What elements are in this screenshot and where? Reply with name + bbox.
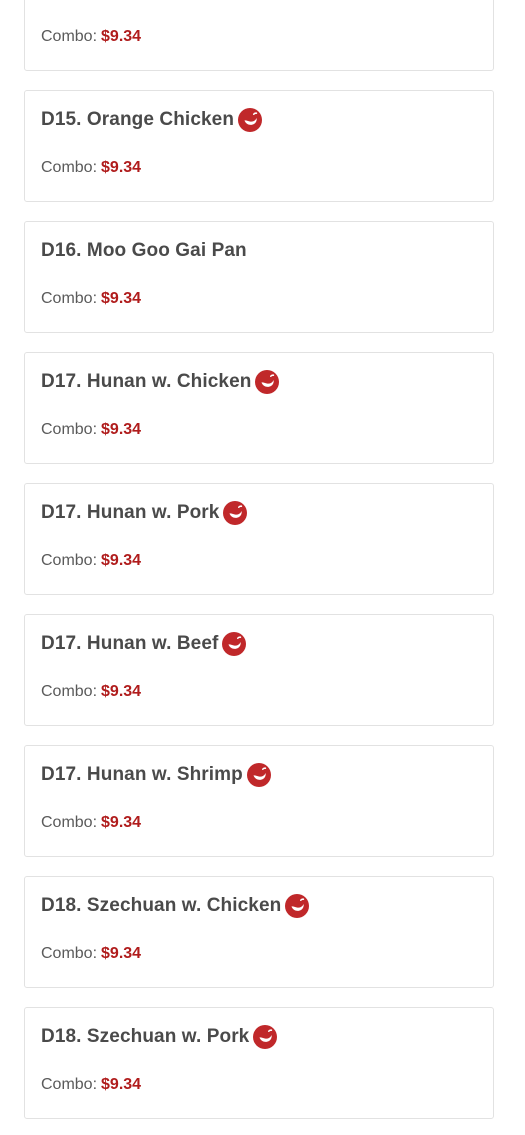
menu-item-title-row: D17. Hunan w. Pork: [41, 498, 248, 528]
combo-label: Combo:: [41, 28, 98, 45]
menu-item-price-row: Combo: $9.34: [41, 814, 141, 832]
combo-label: Combo:: [41, 814, 98, 831]
menu-item-price-row: Combo: $9.34: [41, 28, 141, 46]
combo-price: $9.34: [101, 159, 142, 176]
combo-label: Combo:: [41, 552, 98, 569]
menu-item-title: D17. Hunan w. Pork: [41, 502, 220, 523]
menu-item-price-row: Combo: $9.34: [41, 683, 141, 701]
combo-label: Combo:: [41, 683, 98, 700]
combo-label: Combo:: [41, 945, 98, 962]
combo-label: Combo:: [41, 1076, 98, 1093]
menu-item-title-row: D18. Szechuan w. Chicken: [41, 891, 310, 921]
menu-item-title: D15. Orange Chicken: [41, 109, 235, 130]
menu-item-title: D17. Hunan w. Beef: [41, 633, 219, 654]
menu-item-title: D18. Szechuan w. Pork: [41, 1026, 250, 1047]
combo-label: Combo:: [41, 159, 98, 176]
menu-item-title: D17. Hunan w. Chicken: [41, 371, 252, 392]
spicy-pepper-icon: [238, 108, 263, 132]
menu-item-title-row: D17. Hunan w. Beef: [41, 629, 247, 659]
combo-price: $9.34: [101, 552, 142, 569]
menu-item-price-row: Combo: $9.34: [41, 421, 141, 439]
combo-price: $9.34: [101, 1076, 142, 1093]
combo-label: Combo:: [41, 290, 98, 307]
spicy-pepper-icon: [223, 501, 248, 525]
menu-item-price-row: Combo: $9.34: [41, 159, 141, 177]
menu-item-card[interactable]: D16. Moo Goo Gai Pan Combo: $9.34: [24, 221, 494, 333]
menu-item-card[interactable]: D17. Hunan w. Pork Combo: $9.34: [24, 483, 494, 595]
spicy-pepper-icon: [222, 632, 247, 656]
menu-item-price-row: Combo: $9.34: [41, 552, 141, 570]
spicy-pepper-icon: [285, 894, 310, 918]
menu-item-price-row: Combo: $9.34: [41, 1076, 141, 1094]
menu-item-price-row: Combo: $9.34: [41, 290, 141, 308]
menu-item-card[interactable]: D15. Orange Chicken Combo: $9.34: [24, 90, 494, 202]
combo-price: $9.34: [101, 421, 142, 438]
menu-item-card[interactable]: D18. Szechuan w. Chicken Combo: $9.34: [24, 876, 494, 988]
menu-item-title: D18. Szechuan w. Chicken: [41, 895, 282, 916]
menu-item-title-row: D17. Hunan w. Shrimp: [41, 760, 271, 790]
spicy-pepper-icon: [253, 1025, 278, 1049]
menu-item-price-row: Combo: $9.34: [41, 945, 141, 963]
combo-price: $9.34: [101, 945, 142, 962]
menu-item-title-row: D18. Szechuan w. Pork: [41, 1022, 278, 1052]
menu-item-card[interactable]: D17. Hunan w. Shrimp Combo: $9.34: [24, 745, 494, 857]
combo-price: $9.34: [101, 683, 142, 700]
menu-item-card[interactable]: Combo: $9.34: [24, 0, 494, 71]
combo-price: $9.34: [101, 28, 142, 45]
spicy-pepper-icon: [255, 370, 280, 394]
combo-price: $9.34: [101, 290, 142, 307]
menu-item-card[interactable]: D17. Hunan w. Chicken Combo: $9.34: [24, 352, 494, 464]
menu-item-title-row: D16. Moo Goo Gai Pan: [41, 236, 247, 266]
menu-item-title-row: D15. Orange Chicken: [41, 105, 263, 135]
menu-item-title-row: D17. Hunan w. Chicken: [41, 367, 280, 397]
spicy-pepper-icon: [246, 763, 271, 787]
menu-item-card[interactable]: D17. Hunan w. Beef Combo: $9.34: [24, 614, 494, 726]
combo-label: Combo:: [41, 421, 98, 438]
menu-item-title: D17. Hunan w. Shrimp: [41, 764, 243, 785]
menu-item-card[interactable]: D18. Szechuan w. Pork Combo: $9.34: [24, 1007, 494, 1119]
menu-item-title: D16. Moo Goo Gai Pan: [41, 240, 247, 261]
combo-price: $9.34: [101, 814, 142, 831]
